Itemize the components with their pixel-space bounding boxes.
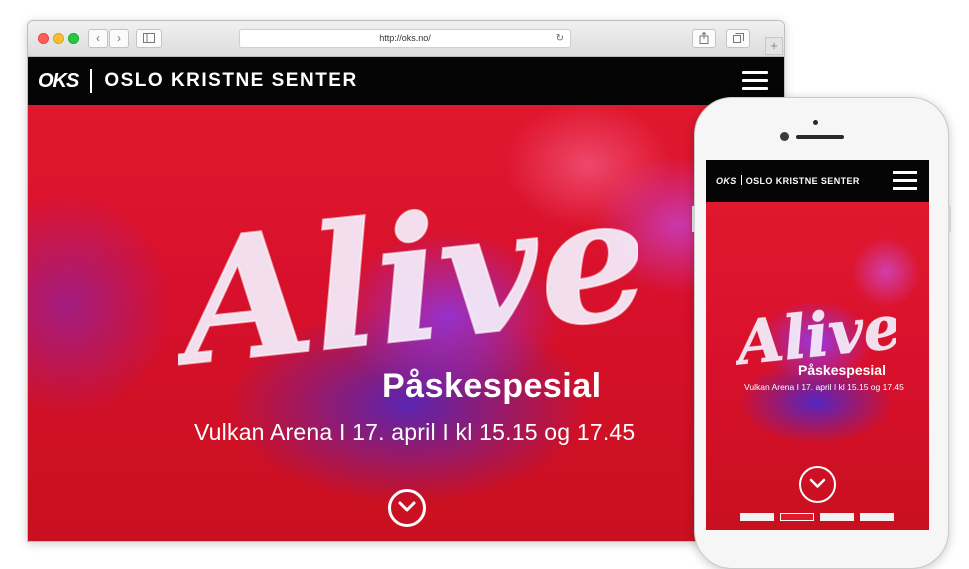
- phone-front-camera: [780, 132, 789, 141]
- forward-button[interactable]: ›: [109, 29, 129, 48]
- phone-site-header: OKS OSLO KRISTNE SENTER: [706, 160, 929, 202]
- chevron-right-icon: ›: [117, 31, 121, 45]
- slide-indicators: [740, 513, 894, 521]
- hero-headline-graphic: Alive!: [178, 155, 638, 375]
- hero-details: Vulkan Arena I 17. april I kl 15.15 og 1…: [194, 419, 636, 445]
- reload-icon[interactable]: ↻: [556, 30, 564, 47]
- new-tab-button[interactable]: +: [765, 37, 783, 55]
- logo-mark: OKS: [38, 69, 79, 92]
- show-tabs-button[interactable]: [726, 29, 750, 48]
- hamburger-icon[interactable]: [893, 171, 917, 190]
- phone-logo-name: OSLO KRISTNE SENTER: [745, 176, 860, 186]
- tabs-icon: [732, 33, 744, 43]
- phone-logo-divider: [740, 175, 742, 185]
- phone-hero-subtitle: Påskespesial: [798, 362, 886, 378]
- logo-divider: [90, 69, 93, 93]
- browser-titlebar: ‹ › http://oks.no/ ↻: [28, 21, 784, 57]
- minimize-window-button[interactable]: [53, 33, 64, 44]
- zoom-window-button[interactable]: [68, 33, 79, 44]
- share-button[interactable]: [692, 29, 716, 48]
- phone-side-button: [692, 206, 695, 232]
- site-logo[interactable]: OKS OSLO KRISTNE SENTER: [38, 69, 358, 93]
- slide-indicator-4[interactable]: [860, 513, 894, 521]
- phone-mockup: OKS OSLO KRISTNE SENTER Alive! Påskespesi…: [692, 97, 951, 569]
- slide-indicator-1[interactable]: [740, 513, 774, 521]
- site-header: OKS OSLO KRISTNE SENTER: [28, 57, 784, 105]
- phone-headline: Alive!: [736, 290, 896, 370]
- url-text: http://oks.no/: [379, 33, 431, 43]
- chevron-down-icon: [398, 501, 416, 512]
- chevron-left-icon: ‹: [96, 31, 100, 45]
- phone-speaker: [796, 135, 844, 139]
- chevron-down-icon: [809, 478, 826, 488]
- sidebar-icon: [143, 33, 155, 43]
- phone-hero-banner: Alive! Påskespesial Vulkan Arena I 17. a…: [706, 202, 929, 530]
- hero-banner: Alive! Påskespesial Vulkan Arena I 17. a…: [28, 105, 784, 541]
- scroll-down-button[interactable]: [388, 489, 426, 527]
- logo-name: OSLO KRISTNE SENTER: [104, 70, 358, 91]
- slide-indicator-3[interactable]: [820, 513, 854, 521]
- hero-headline: Alive!: [178, 155, 638, 375]
- phone-site-logo[interactable]: OKS OSLO KRISTNE SENTER: [716, 175, 860, 186]
- phone-headline-graphic: Alive!: [736, 290, 896, 370]
- sidebar-toggle-button[interactable]: [136, 29, 162, 48]
- phone-hero-details: Vulkan Arena I 17. april I kl 15.15 og 1…: [744, 382, 904, 392]
- phone-power-button: [948, 206, 951, 232]
- phone-camera: [813, 120, 818, 125]
- desktop-browser-window: ‹ › http://oks.no/ ↻ OKS OSLO KRISTNE SE…: [27, 20, 785, 542]
- address-bar[interactable]: http://oks.no/ ↻: [239, 29, 571, 48]
- share-icon: [699, 31, 709, 44]
- close-window-button[interactable]: [38, 33, 49, 44]
- back-button[interactable]: ‹: [88, 29, 108, 48]
- slide-indicator-2[interactable]: [780, 513, 814, 521]
- hamburger-icon[interactable]: [742, 71, 768, 91]
- phone-screen: OKS OSLO KRISTNE SENTER Alive! Påskespesi…: [706, 160, 929, 530]
- phone-logo-mark: OKS: [716, 176, 737, 186]
- phone-scroll-down-button[interactable]: [799, 466, 836, 503]
- hero-subtitle: Påskespesial: [382, 367, 602, 405]
